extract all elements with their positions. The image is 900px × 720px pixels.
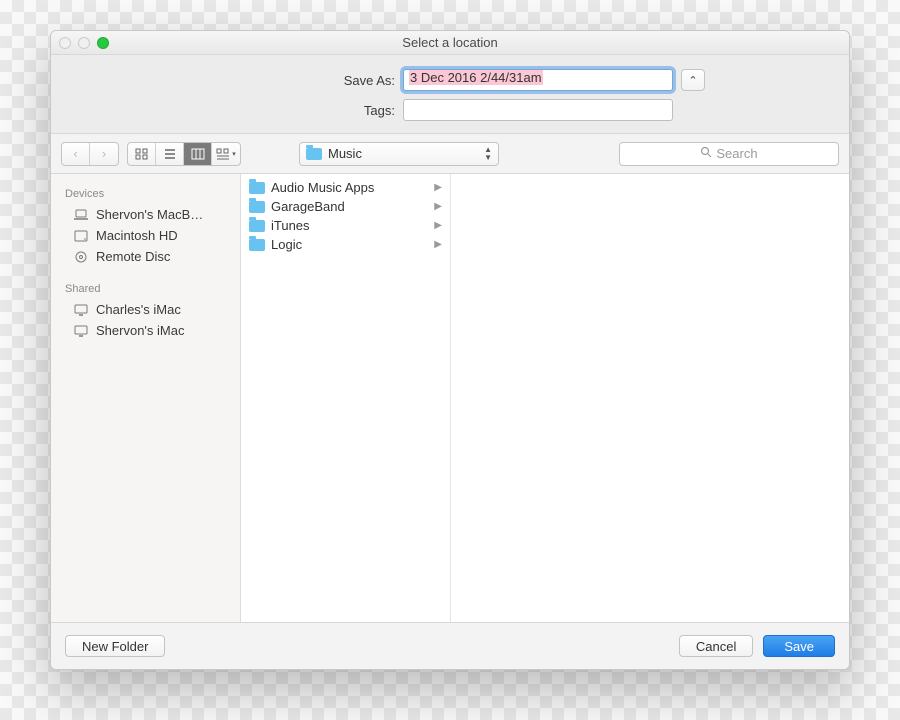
folder-icon — [249, 182, 265, 194]
chevron-right-icon: ▶ — [434, 220, 442, 231]
save-as-label: Save As: — [195, 73, 395, 88]
folder-icon — [249, 239, 265, 251]
header-form: Save As: 3 Dec 2016 2/44/31am ⌃ Tags: — [51, 55, 849, 134]
sidebar-item-label: Charles's iMac — [96, 302, 181, 317]
folder-item[interactable]: iTunes ▶ — [241, 216, 450, 235]
window-title: Select a location — [51, 35, 849, 50]
folder-item[interactable]: Audio Music Apps ▶ — [241, 178, 450, 197]
sidebar-item-label: Shervon's iMac — [96, 323, 184, 338]
search-icon — [700, 146, 712, 161]
sidebar-item-label: Shervon's MacB… — [96, 207, 203, 222]
columns-icon — [191, 148, 205, 160]
coverflow-view-button[interactable]: ▾ — [212, 143, 240, 165]
sidebar-item-label: Macintosh HD — [96, 228, 178, 243]
chevron-right-icon: ▶ — [434, 239, 442, 250]
browser-column-empty — [451, 174, 849, 622]
folder-icon — [249, 220, 265, 232]
save-button[interactable]: Save — [763, 635, 835, 657]
chevron-right-icon: ▶ — [434, 182, 442, 193]
column-view-button[interactable] — [184, 143, 212, 165]
folder-item[interactable]: Logic ▶ — [241, 235, 450, 254]
search-placeholder: Search — [716, 146, 757, 161]
zoom-icon[interactable] — [97, 37, 109, 49]
location-popup[interactable]: Music ▲▼ — [299, 142, 499, 166]
gallery-icon — [216, 148, 230, 160]
sidebar-item[interactable]: Charles's iMac — [51, 299, 240, 320]
tags-label: Tags: — [195, 103, 395, 118]
collapse-button[interactable]: ⌃ — [681, 69, 705, 91]
folder-icon — [306, 148, 322, 160]
browser-column: Audio Music Apps ▶ GarageBand ▶ iTunes ▶… — [241, 174, 451, 622]
view-segment: ▾ — [127, 142, 241, 166]
search-input[interactable]: Search — [619, 142, 839, 166]
toolbar: ‹ › — [51, 134, 849, 174]
file-browser: Devices Shervon's MacB… Macintosh HD Rem… — [51, 174, 849, 623]
folder-label: Audio Music Apps — [271, 180, 374, 195]
new-folder-button[interactable]: New Folder — [65, 635, 165, 657]
folder-icon — [249, 201, 265, 213]
hdd-icon — [73, 229, 89, 243]
chevron-right-icon: ▶ — [434, 201, 442, 212]
nav-back-button[interactable]: ‹ — [62, 143, 90, 165]
nav-forward-button[interactable]: › — [90, 143, 118, 165]
chevron-left-icon: ‹ — [73, 146, 77, 161]
folder-label: Logic — [271, 237, 302, 252]
location-label: Music — [328, 146, 362, 161]
disc-icon — [73, 250, 89, 264]
save-dialog: Select a location Save As: 3 Dec 2016 2/… — [50, 30, 850, 670]
tags-input[interactable] — [403, 99, 673, 121]
chevron-up-icon: ⌃ — [688, 74, 697, 87]
desktop-icon — [73, 303, 89, 317]
sidebar: Devices Shervon's MacB… Macintosh HD Rem… — [51, 174, 241, 622]
save-as-value: 3 Dec 2016 2/44/31am — [409, 70, 543, 85]
sidebar-item[interactable]: Remote Disc — [51, 246, 240, 267]
footer: New Folder Cancel Save — [51, 623, 849, 669]
sidebar-header-devices: Devices — [51, 182, 240, 204]
updown-icon: ▲▼ — [484, 146, 492, 162]
minimize-icon[interactable] — [78, 37, 90, 49]
chevron-right-icon: › — [102, 146, 106, 161]
folder-label: iTunes — [271, 218, 310, 233]
cancel-button[interactable]: Cancel — [679, 635, 753, 657]
nav-segment: ‹ › — [61, 142, 119, 166]
sidebar-item[interactable]: Shervon's MacB… — [51, 204, 240, 225]
grid-icon — [135, 148, 149, 160]
sidebar-item[interactable]: Macintosh HD — [51, 225, 240, 246]
laptop-icon — [73, 208, 89, 222]
save-as-input[interactable]: 3 Dec 2016 2/44/31am — [403, 69, 673, 91]
folder-item[interactable]: GarageBand ▶ — [241, 197, 450, 216]
sidebar-header-shared: Shared — [51, 277, 240, 299]
icon-view-button[interactable] — [128, 143, 156, 165]
folder-label: GarageBand — [271, 199, 345, 214]
list-view-button[interactable] — [156, 143, 184, 165]
sidebar-item[interactable]: Shervon's iMac — [51, 320, 240, 341]
close-icon[interactable] — [59, 37, 71, 49]
desktop-icon — [73, 324, 89, 338]
sidebar-item-label: Remote Disc — [96, 249, 170, 264]
titlebar: Select a location — [51, 31, 849, 55]
chevron-down-icon: ▾ — [232, 150, 236, 158]
list-icon — [163, 148, 177, 160]
